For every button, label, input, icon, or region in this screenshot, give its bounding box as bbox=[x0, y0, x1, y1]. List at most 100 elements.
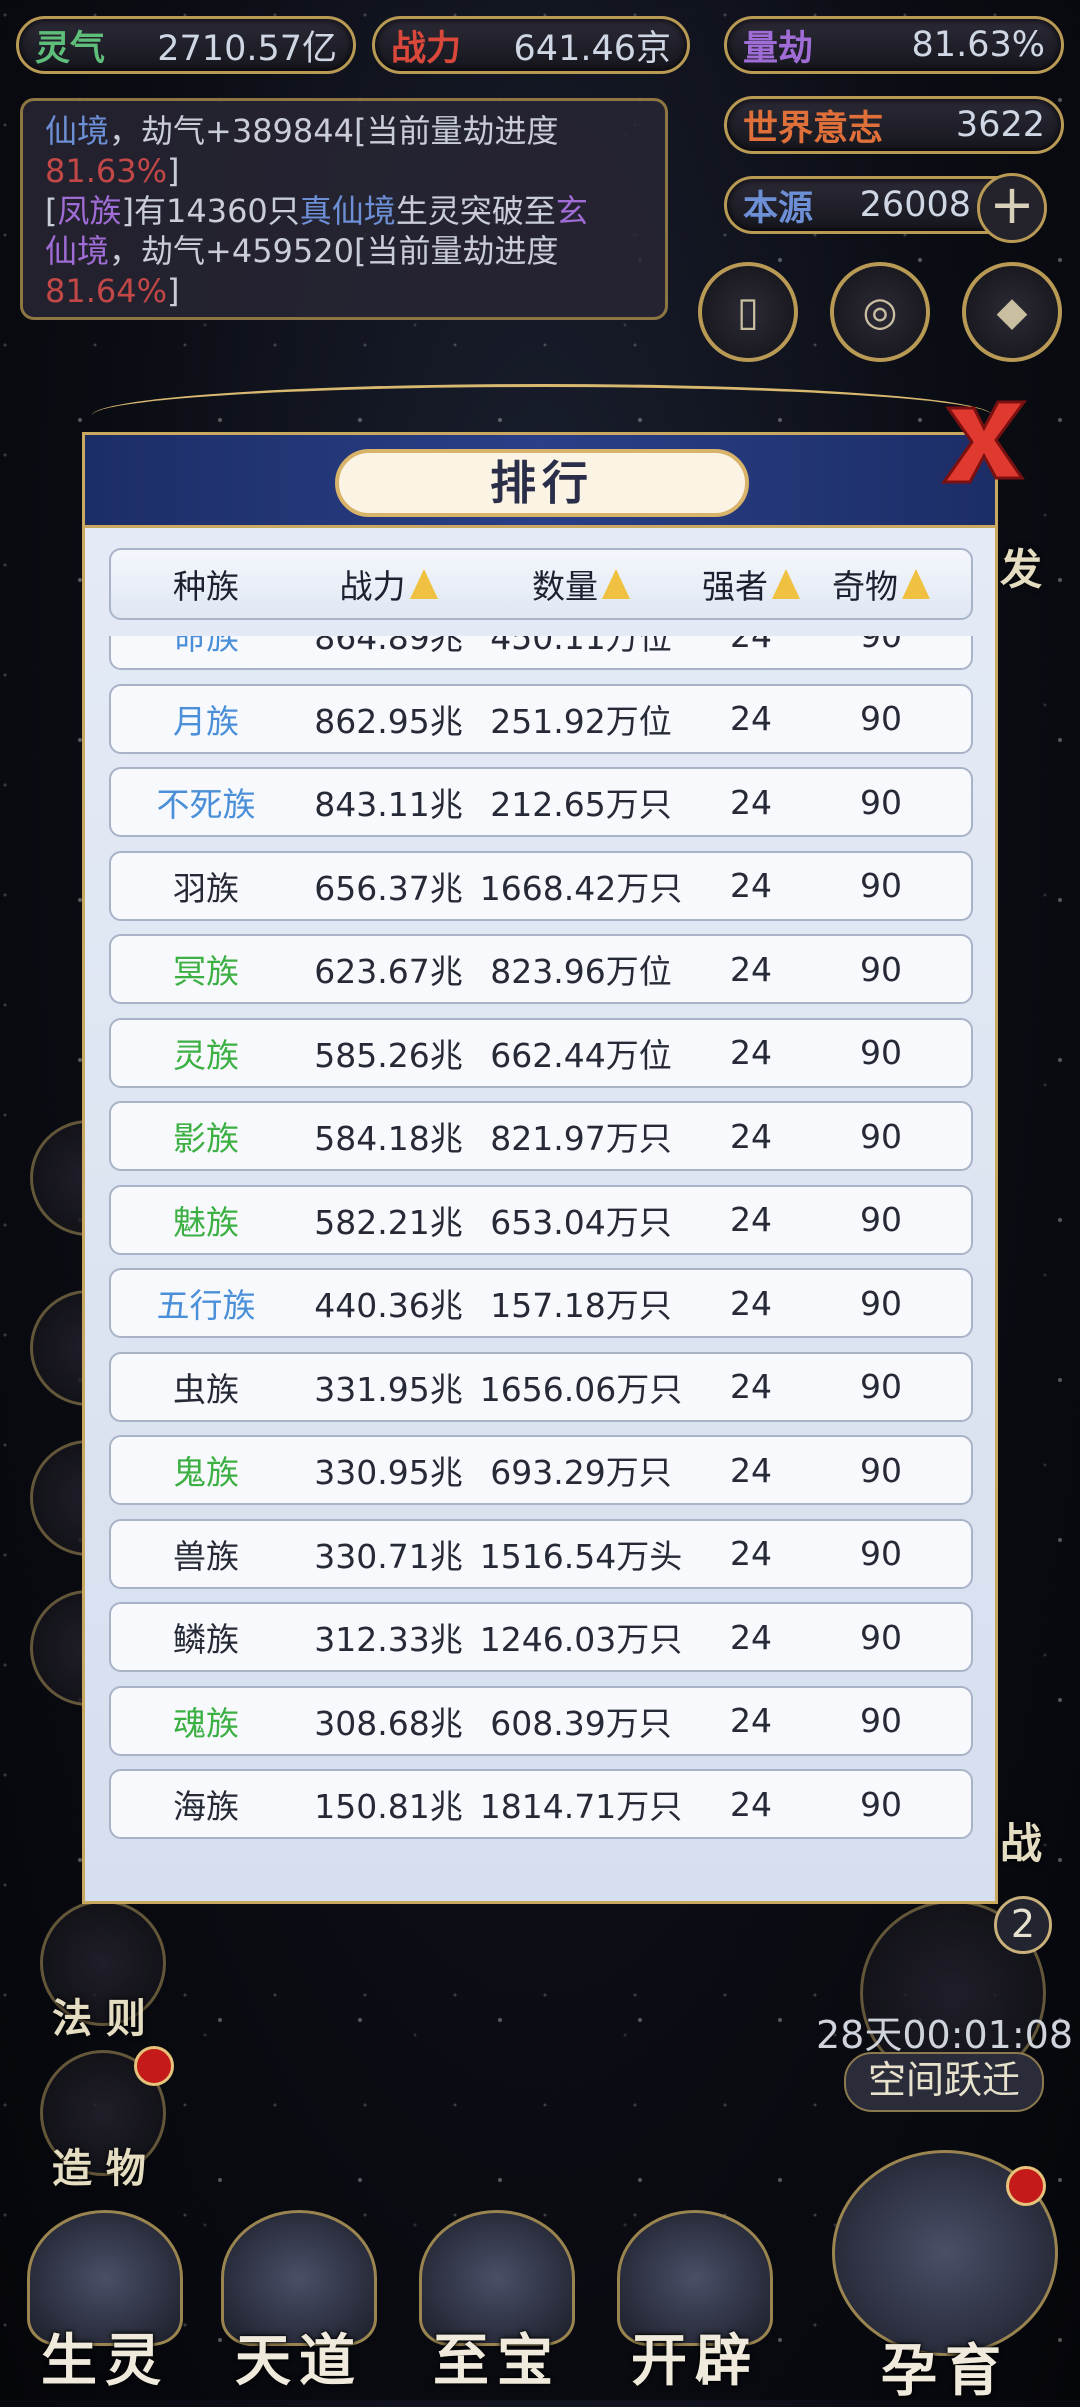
shijie-stat[interactable]: 世界意志 3622 bbox=[724, 96, 1064, 154]
relic-value: 90 bbox=[860, 1116, 902, 1156]
liangjie-stat[interactable]: 量劫 81.63% bbox=[724, 16, 1064, 74]
close-icon[interactable] bbox=[938, 394, 1030, 486]
table-row[interactable]: 兽族 330.71兆 1516.54万头 24 90 bbox=[109, 1518, 973, 1589]
nav-tiandao[interactable]: 天道 bbox=[214, 2210, 384, 2397]
race-name: 海族 bbox=[173, 1787, 239, 1826]
relic-value: 90 bbox=[860, 1450, 902, 1490]
table-row[interactable]: 虫族 331.95兆 1656.06万只 24 90 bbox=[109, 1351, 973, 1422]
liangjie-label: 量劫 bbox=[743, 28, 814, 69]
col-race: 种族 bbox=[111, 560, 301, 608]
race-name: 灵族 bbox=[173, 1035, 239, 1075]
relic-value: 90 bbox=[860, 1200, 902, 1239]
relic-value: 90 bbox=[860, 1617, 902, 1657]
sort-arrow-icon bbox=[602, 569, 630, 599]
shijie-value: 3622 bbox=[955, 105, 1045, 145]
benyuan-stat[interactable]: 本源 26008 + bbox=[724, 173, 1047, 243]
count-badge: 2 bbox=[994, 1896, 1052, 1954]
ranking-modal: 排行 种族 战力 数量 强者 奇物 命族864.89兆450.11万位2490月… bbox=[82, 384, 1027, 1904]
strong-value: 24 bbox=[686, 636, 816, 655]
race-name: 魂族 bbox=[173, 1703, 239, 1743]
table-row[interactable]: 影族 584.18兆 821.97万只 24 90 bbox=[109, 1101, 973, 1171]
nav-shengling[interactable]: 生灵 bbox=[20, 2210, 190, 2397]
table-row[interactable]: 鳞族 312.33兆 1246.03万只 24 90 bbox=[109, 1602, 973, 1672]
col-relic-label: 奇物 bbox=[832, 567, 898, 606]
col-power-label: 战力 bbox=[339, 567, 406, 606]
count-value: 212.65万只 bbox=[490, 785, 672, 824]
modal-header: 排行 bbox=[82, 432, 998, 528]
law-button[interactable]: 法 则 bbox=[52, 1986, 146, 2044]
strong-value: 24 bbox=[730, 1283, 772, 1323]
power-value: 862.95兆 bbox=[314, 701, 463, 741]
benyuan-value: 26008 bbox=[859, 185, 971, 225]
relic-value: 90 bbox=[860, 1033, 902, 1072]
race-name: 魅族 bbox=[173, 1202, 239, 1242]
sort-arrow-icon bbox=[902, 569, 930, 599]
log-text: 仙境 bbox=[45, 232, 110, 270]
table-row[interactable]: 不死族 843.11兆 212.65万只 24 90 bbox=[109, 767, 973, 837]
zhan-label[interactable]: 战 bbox=[1000, 1810, 1042, 1871]
log-text: 生灵突破至 bbox=[395, 192, 556, 230]
table-row[interactable]: 魅族 582.21兆 653.04万只 24 90 bbox=[109, 1184, 973, 1255]
log-text: [ bbox=[45, 192, 58, 230]
portal-icon[interactable]: ◎ bbox=[830, 262, 930, 362]
race-name: 月族 bbox=[173, 701, 239, 741]
table-row[interactable]: 冥族 623.67兆 823.96万位 24 90 bbox=[109, 934, 973, 1004]
relic-value: 90 bbox=[860, 1784, 902, 1824]
strong-value: 24 bbox=[730, 1534, 772, 1573]
create-button[interactable]: 造 物 bbox=[52, 2136, 146, 2194]
sort-power-button[interactable]: 战力 bbox=[301, 560, 476, 608]
nav-kaipi[interactable]: 开辟 bbox=[610, 2210, 780, 2397]
zhanli-stat[interactable]: 战力 641.46京 bbox=[372, 16, 690, 74]
nav-zhibao[interactable]: 至宝 bbox=[412, 2210, 582, 2397]
table-row[interactable]: 魂族 308.68兆 608.39万只 24 90 bbox=[109, 1685, 973, 1756]
zhanli-label: 战力 bbox=[391, 28, 462, 69]
table-row[interactable]: 月族 862.95兆 251.92万位 24 90 bbox=[109, 683, 973, 754]
strong-value: 24 bbox=[730, 1116, 772, 1156]
power-value: 308.68兆 bbox=[314, 1703, 463, 1743]
power-value: 150.81兆 bbox=[314, 1787, 463, 1826]
sort-strong-button[interactable]: 强者 bbox=[686, 560, 816, 608]
add-benyuan-button[interactable]: + bbox=[977, 173, 1047, 243]
relic-value: 90 bbox=[860, 699, 902, 738]
notification-dot bbox=[134, 2046, 174, 2086]
space-jump-button[interactable]: 空间跃迁 bbox=[844, 2052, 1044, 2112]
nav-label: 天道 bbox=[235, 2329, 363, 2394]
log-text: 81.63% bbox=[45, 152, 168, 190]
table-row[interactable]: 命族 864.89兆 450.11万位 2490 bbox=[109, 636, 973, 670]
table-row[interactable]: 海族 150.81兆 1814.71万只 24 90 bbox=[109, 1769, 973, 1839]
sort-relic-button[interactable]: 奇物 bbox=[816, 560, 946, 608]
fa-label[interactable]: 发 bbox=[1000, 536, 1042, 597]
log-text: ] bbox=[167, 152, 180, 190]
race-name: 虫族 bbox=[173, 1369, 239, 1409]
strong-value: 24 bbox=[730, 1450, 772, 1490]
table-row[interactable]: 五行族 440.36兆 157.18万只 24 90 bbox=[109, 1268, 973, 1338]
count-value: 608.39万只 bbox=[490, 1703, 672, 1743]
hat-icon[interactable]: ◆ bbox=[962, 262, 1062, 362]
table-row[interactable]: 羽族 656.37兆 1668.42万只 24 90 bbox=[109, 850, 973, 921]
count-value: 450.11万位 bbox=[490, 636, 672, 657]
count-value: 1516.54万头 bbox=[479, 1536, 683, 1576]
col-count-label: 数量 bbox=[532, 567, 598, 606]
count-value: 1668.42万只 bbox=[479, 868, 683, 908]
race-name: 冥族 bbox=[173, 952, 239, 991]
nav-label: 生灵 bbox=[41, 2329, 169, 2394]
ranking-list[interactable]: 命族864.89兆450.11万位2490月族862.95兆251.92万位24… bbox=[109, 636, 973, 1886]
col-strong-label: 强者 bbox=[702, 567, 768, 606]
liangjie-value: 81.63% bbox=[911, 25, 1045, 65]
modal-body: 种族 战力 数量 强者 奇物 命族864.89兆450.11万位2490月族86… bbox=[82, 528, 998, 1904]
count-value: 157.18万只 bbox=[490, 1286, 672, 1325]
sort-count-button[interactable]: 数量 bbox=[476, 560, 686, 608]
count-value: 251.92万位 bbox=[490, 701, 672, 741]
count-value: 821.97万只 bbox=[490, 1119, 672, 1158]
strong-value: 24 bbox=[730, 1784, 772, 1824]
card-icon[interactable]: ▯ bbox=[698, 262, 798, 362]
table-row[interactable]: 灵族 585.26兆 662.44万位 24 90 bbox=[109, 1017, 973, 1088]
relic-value: 90 bbox=[860, 1534, 902, 1573]
power-value: 330.71兆 bbox=[314, 1536, 463, 1576]
count-value: 823.96万位 bbox=[490, 952, 672, 991]
power-value: 843.11兆 bbox=[314, 785, 463, 824]
table-row[interactable]: 鬼族 330.95兆 693.29万只 24 90 bbox=[109, 1435, 973, 1505]
zhanli-value: 641.46京 bbox=[513, 28, 671, 69]
sort-arrow-icon bbox=[772, 569, 800, 599]
lingqi-stat[interactable]: 灵气 2710.57亿 bbox=[16, 16, 356, 74]
